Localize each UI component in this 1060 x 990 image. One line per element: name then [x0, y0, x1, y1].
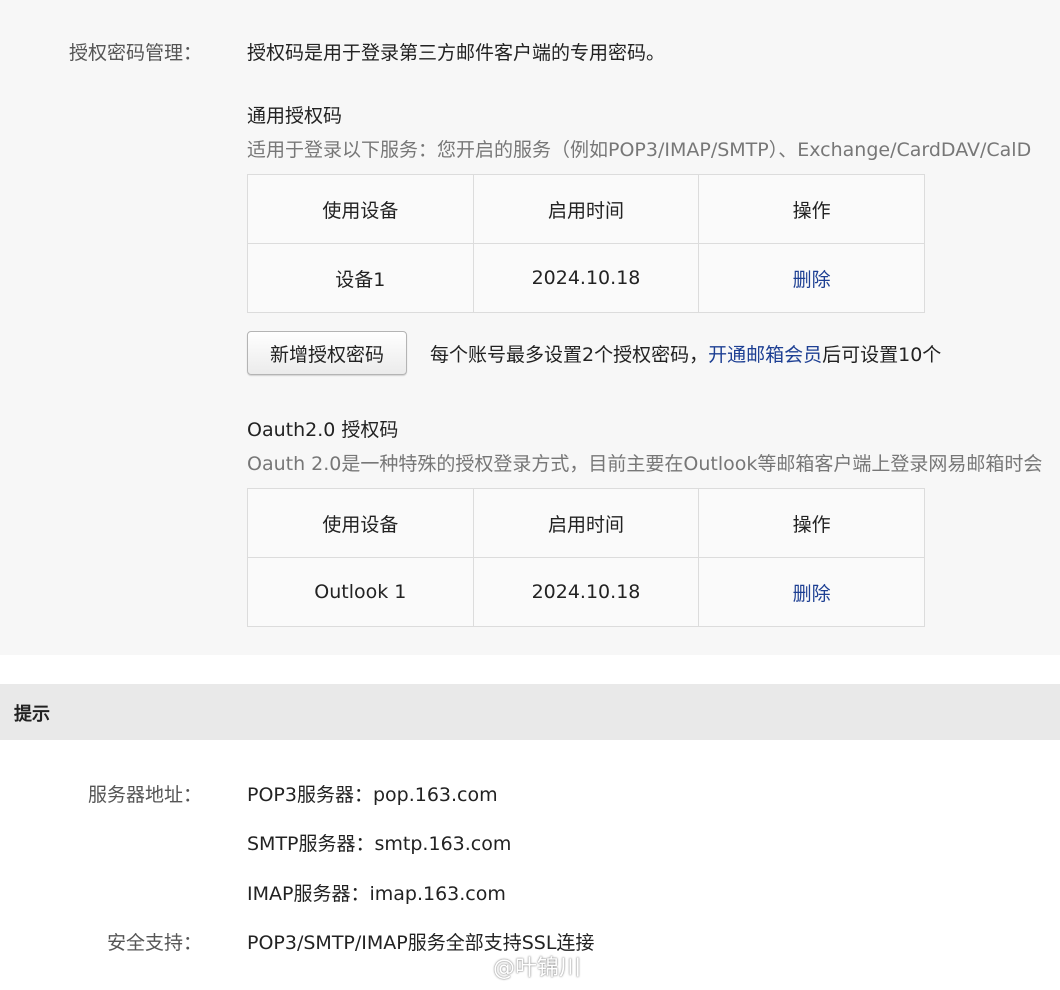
weibo-icon	[455, 953, 489, 985]
oauth-table: 使用设备 启用时间 操作 Outlook 1 2024.10.18 删除	[247, 488, 925, 627]
watermark: @叶锦川	[455, 950, 581, 985]
tips-header-bar: 提示	[0, 684, 1060, 740]
general-auth-table: 使用设备 启用时间 操作 设备1 2024.10.18 删除	[247, 174, 925, 313]
pop3-server: POP3服务器：pop.163.com	[247, 784, 498, 806]
security-label: 安全支持：	[106, 932, 202, 954]
watermark-text: @叶锦川	[493, 956, 582, 981]
auth-password-section: 授权密码管理： 授权码是用于登录第三方邮件客户端的专用密码。 通用授权码 适用于…	[0, 0, 1060, 655]
oauth-title: Oauth2.0 授权码	[247, 419, 399, 441]
column-header-time: 启用时间	[472, 174, 700, 244]
device-cell: 设备1	[247, 243, 474, 313]
smtp-server: SMTP服务器：smtp.163.com	[247, 833, 512, 855]
server-address-label: 服务器地址：	[87, 784, 202, 806]
delete-link[interactable]: 删除	[793, 269, 831, 291]
add-auth-password-button[interactable]: 新增授权密码	[247, 331, 407, 375]
column-header-time: 启用时间	[472, 488, 700, 558]
table-header-row: 使用设备 启用时间 操作	[247, 488, 925, 558]
column-header-device: 使用设备	[247, 488, 474, 558]
general-auth-title: 通用授权码	[247, 105, 343, 127]
device-cell: Outlook 1	[247, 557, 474, 627]
column-header-action: 操作	[698, 174, 925, 244]
auth-limit-note: 每个账号最多设置2个授权密码，开通邮箱会员后可设置10个	[430, 340, 941, 367]
limit-note-prefix: 每个账号最多设置2个授权密码，	[430, 344, 709, 366]
open-membership-link[interactable]: 开通邮箱会员	[708, 344, 822, 366]
auth-password-label: 授权密码管理：	[68, 42, 202, 64]
imap-server: IMAP服务器：imap.163.com	[247, 883, 506, 905]
oauth-desc: Oauth 2.0是一种特殊的授权登录方式，目前主要在Outlook等邮箱客户端…	[247, 453, 1043, 475]
time-cell: 2024.10.18	[472, 557, 700, 627]
auth-intro-text: 授权码是用于登录第三方邮件客户端的专用密码。	[247, 42, 666, 64]
section-divider	[0, 655, 1060, 684]
table-row: Outlook 1 2024.10.18 删除	[247, 557, 925, 627]
tips-title: 提示	[14, 704, 50, 725]
general-auth-desc: 适用于登录以下服务：您开启的服务（例如POP3/IMAP/SMTP）、Excha…	[247, 139, 1032, 161]
table-header-row: 使用设备 启用时间 操作	[247, 174, 925, 244]
time-cell: 2024.10.18	[472, 243, 700, 313]
limit-note-suffix: 后可设置10个	[822, 344, 942, 366]
column-header-device: 使用设备	[247, 174, 474, 244]
delete-link[interactable]: 删除	[793, 583, 831, 605]
column-header-action: 操作	[698, 488, 925, 558]
table-row: 设备1 2024.10.18 删除	[247, 243, 925, 313]
